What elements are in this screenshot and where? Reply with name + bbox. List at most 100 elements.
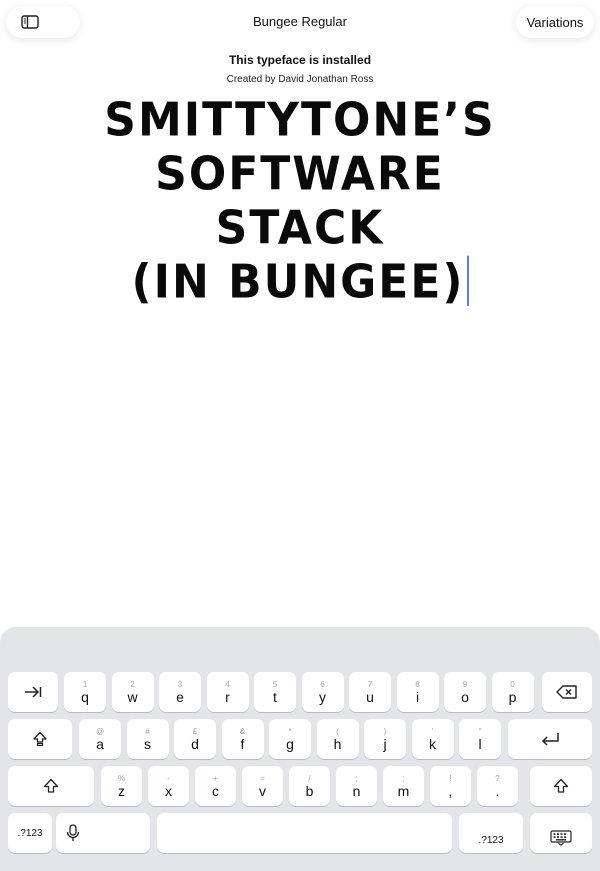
key-h[interactable]: (h	[316, 719, 359, 759]
key-label: b	[305, 782, 314, 799]
key-s[interactable]: # s	[126, 719, 169, 759]
backspace-icon	[556, 685, 577, 699]
key-hint: "	[478, 726, 482, 736]
install-status: This typeface is installed	[228, 53, 372, 67]
key-hint: (	[336, 726, 339, 736]
key-p[interactable]: 0p	[491, 672, 534, 712]
key-punct-8[interactable]: ?.	[477, 766, 518, 806]
caps-lock-key[interactable]	[8, 719, 72, 759]
preview-line-text: (IN BUNGEE)	[131, 255, 465, 310]
key-hint: )	[383, 726, 387, 736]
text-caret	[466, 255, 469, 307]
numbers-key-right[interactable]: .?123	[459, 813, 523, 853]
key-label: u	[366, 688, 374, 705]
key-hint: 4	[225, 679, 230, 689]
return-icon	[541, 733, 559, 746]
return-key[interactable]	[508, 719, 592, 759]
key-hint: 7	[367, 679, 373, 689]
key-label: z	[118, 782, 125, 799]
preview-line: SMITTYTONE’S	[104, 93, 496, 148]
key-label: t	[273, 688, 277, 705]
key-hint: @	[95, 726, 105, 736]
key-l[interactable]: " l	[459, 719, 501, 759]
key-hint: ’	[431, 726, 434, 736]
key-hint: !	[449, 773, 452, 783]
key-label: r	[225, 688, 230, 705]
key-label: w	[127, 688, 138, 705]
key-hint: 1	[82, 679, 88, 689]
key-label: o	[461, 688, 469, 705]
key-hint: 8	[415, 679, 420, 689]
key-k[interactable]: ’ k	[411, 719, 454, 759]
caps-lock-icon	[33, 731, 47, 747]
key-label: l	[478, 735, 482, 752]
key-v[interactable]: = v	[242, 766, 283, 806]
delete-key[interactable]	[542, 672, 592, 712]
key-label: j	[383, 735, 387, 752]
key-label: ,	[448, 782, 453, 799]
key-hint: +	[213, 773, 218, 783]
key-label: g	[286, 735, 294, 752]
key-b[interactable]: / b	[289, 766, 330, 806]
shift-key-right[interactable]	[530, 766, 592, 806]
key-label: d	[191, 735, 199, 752]
key-m[interactable]: :m	[383, 766, 424, 806]
key-label: p	[508, 688, 517, 705]
key-q[interactable]: 1q	[64, 672, 106, 712]
key-hint: 2	[130, 679, 135, 689]
key-n[interactable]: ; n	[336, 766, 377, 806]
key-label: n	[352, 782, 361, 799]
preview-text-area[interactable]: SMITTYTONE’S SOFTWARE STACK (IN BUNGEE)	[0, 94, 600, 310]
key-label: k	[429, 735, 436, 752]
key-label: f	[240, 735, 245, 752]
key-hint: #	[145, 726, 150, 736]
key-label: h	[333, 735, 342, 752]
numbers-key-label: .?123	[478, 834, 504, 846]
key-label: s	[144, 735, 151, 752]
key-label: m	[397, 782, 410, 799]
key-y[interactable]: 6y	[301, 672, 344, 712]
key-x[interactable]: -x	[148, 766, 189, 806]
key-j[interactable]: ) j	[364, 719, 406, 759]
key-i[interactable]: 8i	[396, 672, 439, 712]
key-c[interactable]: + c	[195, 766, 236, 806]
key-o[interactable]: 9o	[444, 672, 486, 712]
key-hint: ?	[495, 773, 500, 783]
keyboard-dismiss-icon	[550, 830, 572, 846]
shift-key-left[interactable]	[8, 766, 94, 806]
key-label: a	[96, 735, 104, 752]
page-title: Bungee Regular	[253, 14, 347, 29]
key-label: e	[176, 688, 184, 705]
key-d[interactable]: £ d	[174, 719, 216, 759]
microphone-icon	[66, 824, 80, 841]
key-u[interactable]: 7u	[349, 672, 391, 712]
key-e[interactable]: 3e	[159, 672, 201, 712]
key-w[interactable]: 2w	[111, 672, 154, 712]
key-hint: 3	[177, 679, 183, 689]
dictation-key[interactable]	[56, 813, 150, 853]
tab-key[interactable]	[8, 672, 58, 712]
key-r[interactable]: 4r	[206, 672, 249, 712]
key-z[interactable]: % z	[101, 766, 142, 806]
tab-icon	[25, 686, 42, 698]
key-hint: 9	[462, 679, 468, 689]
space-key[interactable]	[157, 813, 452, 853]
key-label: c	[212, 782, 219, 799]
shift-icon	[43, 778, 59, 793]
key-hint: 5	[272, 679, 278, 689]
key-label: q	[81, 688, 89, 705]
key-hint: =	[260, 773, 265, 783]
key-label: y	[319, 688, 326, 705]
variations-button[interactable]: Variations	[516, 6, 594, 38]
key-punct-7[interactable]: !,	[430, 766, 471, 806]
key-f[interactable]: & f	[221, 719, 264, 759]
dismiss-keyboard-key[interactable]	[530, 813, 592, 853]
numbers-key-left[interactable]: .?123	[8, 813, 52, 853]
key-hint: /	[308, 773, 311, 783]
key-t[interactable]: 5t	[254, 672, 296, 712]
preview-line: STACK	[215, 201, 385, 256]
key-g[interactable]: * g	[269, 719, 311, 759]
key-a[interactable]: @ a	[79, 719, 121, 759]
key-label: x	[165, 782, 172, 799]
key-hint: &	[239, 726, 246, 736]
